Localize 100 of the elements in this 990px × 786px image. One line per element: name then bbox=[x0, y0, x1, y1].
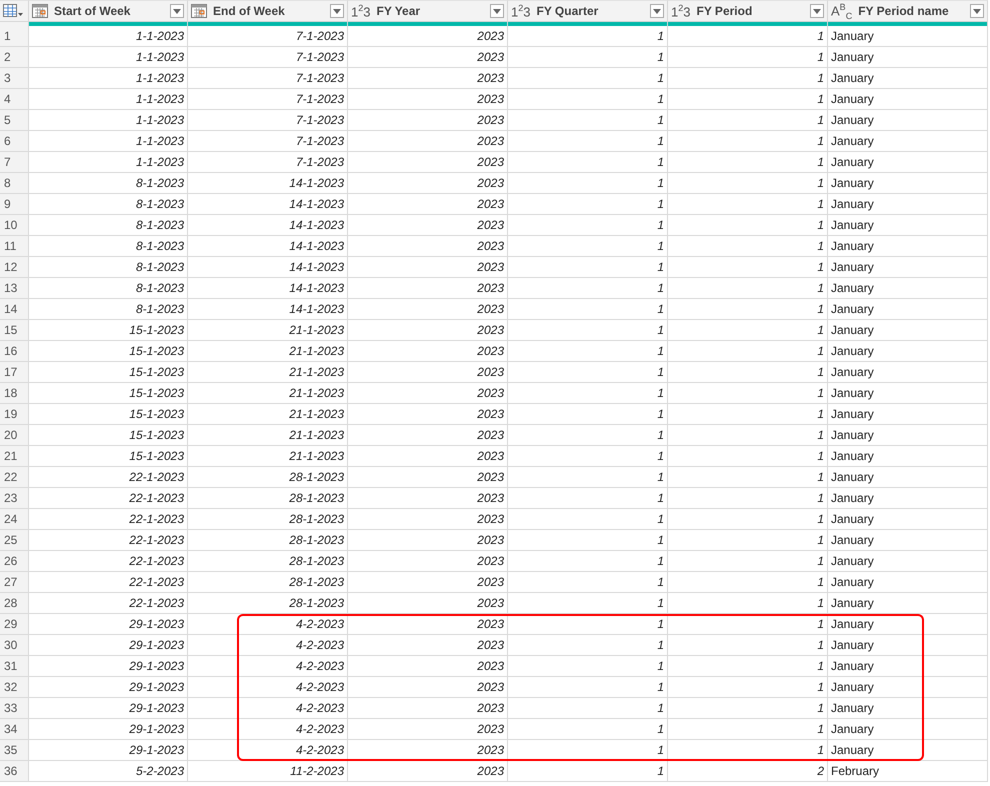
row-number: 30 bbox=[0, 635, 29, 656]
table-cell: 1 bbox=[508, 173, 668, 194]
table-cell: 1 bbox=[508, 656, 668, 677]
filter-dropdown-button[interactable] bbox=[970, 4, 984, 18]
table-menu-icon[interactable] bbox=[3, 4, 23, 18]
row-number: 16 bbox=[0, 341, 29, 362]
table-cell: 1 bbox=[508, 236, 668, 257]
table-cell: 29-1-2023 bbox=[29, 698, 188, 719]
row-number: 18 bbox=[0, 383, 29, 404]
table-cell: 15-1-2023 bbox=[29, 341, 188, 362]
row-number: 32 bbox=[0, 677, 29, 698]
filter-dropdown-button[interactable] bbox=[650, 4, 664, 18]
table-cell: 11-2-2023 bbox=[188, 761, 348, 782]
filter-dropdown-button[interactable] bbox=[330, 4, 344, 18]
table-cell: 2023 bbox=[348, 656, 508, 677]
table-cell: January bbox=[828, 320, 988, 341]
table-cell: 2023 bbox=[348, 362, 508, 383]
table-cell: 1 bbox=[668, 383, 828, 404]
table-cell: 1-1-2023 bbox=[29, 47, 188, 68]
table-cell: 5-2-2023 bbox=[29, 761, 188, 782]
row-number: 23 bbox=[0, 488, 29, 509]
table-cell: 29-1-2023 bbox=[29, 719, 188, 740]
table-cell: January bbox=[828, 278, 988, 299]
table-cell: 4-2-2023 bbox=[188, 719, 348, 740]
caret-icon bbox=[493, 8, 501, 14]
row-number: 13 bbox=[0, 278, 29, 299]
table-cell: 2023 bbox=[348, 383, 508, 404]
table-cell: 1 bbox=[668, 47, 828, 68]
table-cell: 1 bbox=[668, 299, 828, 320]
table-cell: 2023 bbox=[348, 614, 508, 635]
calendar-icon bbox=[32, 4, 48, 18]
type-icon: 1$^{2}$3 bbox=[671, 2, 690, 20]
table-cell: 1 bbox=[508, 26, 668, 47]
table-cell: 2023 bbox=[348, 320, 508, 341]
table-cell: 1 bbox=[668, 656, 828, 677]
row-number: 20 bbox=[0, 425, 29, 446]
table-cell: 15-1-2023 bbox=[29, 383, 188, 404]
table-cell: January bbox=[828, 131, 988, 152]
table-cell: 7-1-2023 bbox=[188, 68, 348, 89]
table-cell: 1 bbox=[508, 719, 668, 740]
row-number: 9 bbox=[0, 194, 29, 215]
table-cell: 4-2-2023 bbox=[188, 698, 348, 719]
filter-dropdown-button[interactable] bbox=[490, 4, 504, 18]
row-number: 3 bbox=[0, 68, 29, 89]
table-cell: January bbox=[828, 530, 988, 551]
table-cell: 2023 bbox=[348, 446, 508, 467]
table-cell: 15-1-2023 bbox=[29, 404, 188, 425]
table-cell: 1 bbox=[668, 257, 828, 278]
table-cell: 2023 bbox=[348, 110, 508, 131]
row-number: 19 bbox=[0, 404, 29, 425]
table-cell: 1 bbox=[668, 425, 828, 446]
filter-dropdown-button[interactable] bbox=[810, 4, 824, 18]
table-cell: January bbox=[828, 257, 988, 278]
row-number: 25 bbox=[0, 530, 29, 551]
row-number: 31 bbox=[0, 656, 29, 677]
table-cell: 2023 bbox=[348, 551, 508, 572]
table-cell: 1 bbox=[668, 446, 828, 467]
table-cell: January bbox=[828, 572, 988, 593]
table-cell: 22-1-2023 bbox=[29, 509, 188, 530]
table-cell: 2023 bbox=[348, 26, 508, 47]
row-number: 27 bbox=[0, 572, 29, 593]
table-cell: 2023 bbox=[348, 68, 508, 89]
table-cell: 15-1-2023 bbox=[29, 425, 188, 446]
caret-icon bbox=[813, 8, 821, 14]
table-cell: 2023 bbox=[348, 257, 508, 278]
table-cell: 8-1-2023 bbox=[29, 215, 188, 236]
table-cell: January bbox=[828, 467, 988, 488]
column-header: Start of Week bbox=[53, 4, 132, 18]
table-cell: 1 bbox=[508, 194, 668, 215]
column-header: FY Year bbox=[375, 4, 422, 18]
row-number: 29 bbox=[0, 614, 29, 635]
row-number: 35 bbox=[0, 740, 29, 761]
row-number: 12 bbox=[0, 257, 29, 278]
table-cell: 1 bbox=[668, 488, 828, 509]
table-cell: 21-1-2023 bbox=[188, 425, 348, 446]
table-cell: 1 bbox=[508, 488, 668, 509]
table-cell: 1 bbox=[508, 614, 668, 635]
row-number: 22 bbox=[0, 467, 29, 488]
table-cell: 15-1-2023 bbox=[29, 320, 188, 341]
table-cell: 1 bbox=[508, 152, 668, 173]
table-cell: 14-1-2023 bbox=[188, 257, 348, 278]
table-cell: 1 bbox=[508, 593, 668, 614]
table-cell: 1 bbox=[668, 131, 828, 152]
table-cell: 7-1-2023 bbox=[188, 47, 348, 68]
table-cell: 4-2-2023 bbox=[188, 635, 348, 656]
table-cell: 2023 bbox=[348, 173, 508, 194]
table-cell: 22-1-2023 bbox=[29, 488, 188, 509]
table-cell: 1 bbox=[508, 362, 668, 383]
calendar-icon bbox=[191, 4, 207, 18]
table-cell: 1 bbox=[508, 404, 668, 425]
table-cell: 1 bbox=[668, 194, 828, 215]
table-cell: 29-1-2023 bbox=[29, 614, 188, 635]
type-icon: 1$^{2}$3 bbox=[351, 2, 370, 20]
table-cell: 1 bbox=[508, 509, 668, 530]
table-cell: 28-1-2023 bbox=[188, 488, 348, 509]
row-number: 1 bbox=[0, 26, 29, 47]
row-number: 6 bbox=[0, 131, 29, 152]
filter-dropdown-button[interactable] bbox=[170, 4, 184, 18]
table-cell: 21-1-2023 bbox=[188, 383, 348, 404]
table-cell: January bbox=[828, 509, 988, 530]
